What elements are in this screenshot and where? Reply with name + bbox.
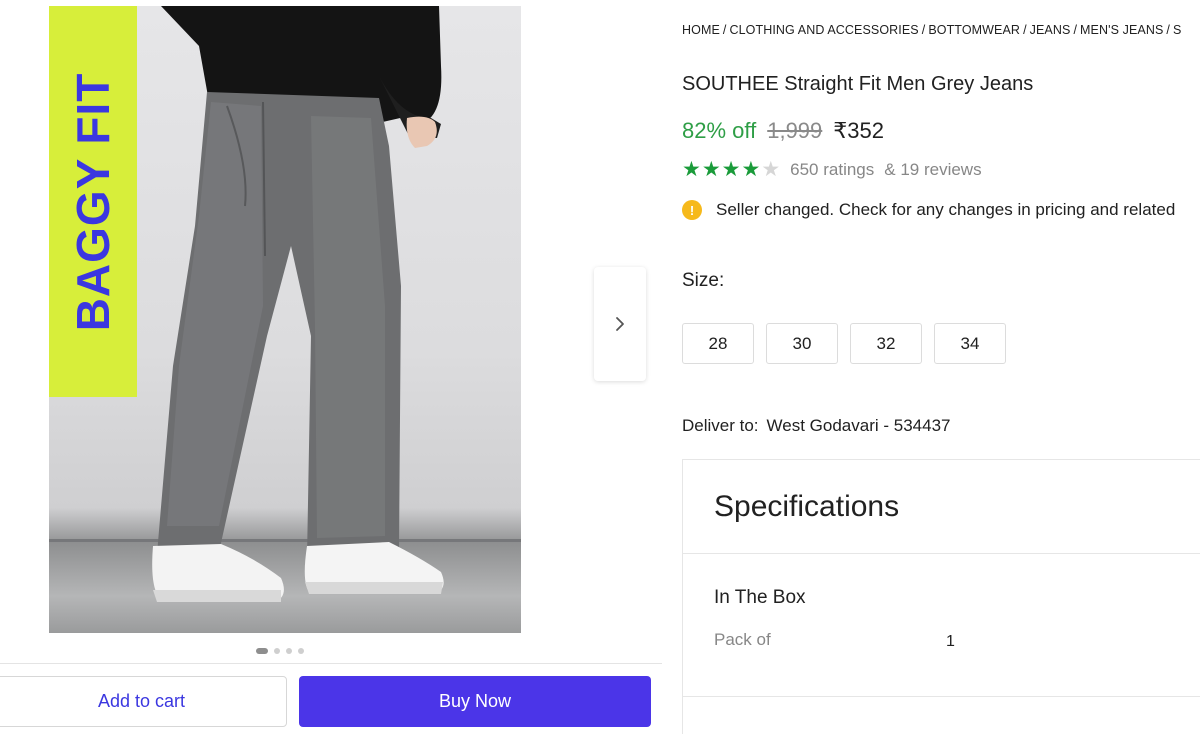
breadcrumb-mens-jeans[interactable]: MEN'S JEANS [1080, 23, 1163, 37]
next-image-button[interactable] [594, 267, 646, 381]
star-empty-icon: ★ [761, 158, 781, 181]
action-divider [0, 663, 662, 664]
star-filled-icon: ★ [701, 158, 721, 181]
carousel-dot-2[interactable] [274, 648, 280, 654]
product-image[interactable]: BAGGY FIT [49, 6, 521, 633]
seller-notice: ! Seller changed. Check for any changes … [682, 200, 1175, 220]
banner-text: BAGGY FIT [67, 72, 119, 331]
delivery-location[interactable]: Deliver to: West Godavari - 534437 [682, 416, 951, 436]
size-option-28[interactable]: 28 [682, 323, 754, 364]
deliver-to-label: Deliver to: [682, 416, 759, 435]
specifications-title: Specifications [714, 490, 900, 523]
chevron-right-icon [616, 317, 624, 331]
in-the-box-heading: In The Box [714, 587, 806, 608]
size-option-32[interactable]: 32 [850, 323, 922, 364]
spec-divider [683, 696, 1200, 697]
size-option-30[interactable]: 30 [766, 323, 838, 364]
delivery-pincode: West Godavari - 534437 [766, 416, 951, 435]
original-price: 1,999 [767, 118, 823, 143]
star-filled-icon: ★ [721, 158, 741, 181]
rating-row[interactable]: ★ ★ ★ ★ ★ 650 ratings & 19 reviews [682, 159, 982, 181]
carousel-dot-4[interactable] [298, 648, 304, 654]
specifications-panel: Specifications In The Box Pack of 1 [682, 459, 1200, 734]
size-options: 28 30 32 34 [682, 323, 1006, 364]
pack-of-value: 1 [946, 633, 955, 650]
size-option-34[interactable]: 34 [934, 323, 1006, 364]
add-to-cart-button[interactable]: Add to cart [0, 676, 287, 727]
pack-of-label: Pack of [714, 630, 771, 649]
selling-price: ₹352 [833, 118, 884, 143]
carousel-dot-3[interactable] [286, 648, 292, 654]
carousel-dots [256, 648, 304, 654]
breadcrumb-separator: / [1023, 23, 1027, 37]
breadcrumb-separator: / [722, 23, 727, 37]
product-title: SOUTHEE Straight Fit Men Grey Jeans [682, 73, 1034, 95]
breadcrumb-home[interactable]: HOME [682, 23, 720, 37]
breadcrumb-separator: / [1073, 23, 1078, 37]
star-rating: ★ ★ ★ ★ ★ [682, 159, 780, 181]
size-label: Size: [682, 270, 725, 291]
breadcrumb-bottomwear[interactable]: BOTTOMWEAR [928, 23, 1020, 37]
star-filled-icon: ★ [682, 158, 701, 181]
buy-now-button[interactable]: Buy Now [299, 676, 651, 727]
breadcrumb-current[interactable]: S [1173, 23, 1181, 37]
discount-percent: 82% off [682, 118, 757, 143]
spec-divider [683, 553, 1200, 554]
breadcrumb-separator: / [1166, 23, 1170, 37]
info-icon: ! [682, 200, 702, 220]
breadcrumb-separator: / [921, 23, 926, 37]
ratings-count: 650 ratings [790, 160, 875, 179]
breadcrumb-jeans[interactable]: JEANS [1030, 23, 1071, 37]
seller-notice-text: Seller changed. Check for any changes in… [716, 200, 1176, 219]
reviews-count: & 19 reviews [884, 160, 982, 179]
baggy-fit-banner: BAGGY FIT [49, 6, 137, 397]
carousel-dot-1[interactable] [256, 648, 268, 654]
price-row: 82% off 1,999 ₹352 [682, 118, 884, 144]
breadcrumb-clothing[interactable]: CLOTHING AND ACCESSORIES [729, 23, 918, 37]
star-filled-icon: ★ [741, 158, 761, 181]
breadcrumb: HOME / CLOTHING AND ACCESSORIES / BOTTOMWEAR… [682, 23, 1181, 37]
